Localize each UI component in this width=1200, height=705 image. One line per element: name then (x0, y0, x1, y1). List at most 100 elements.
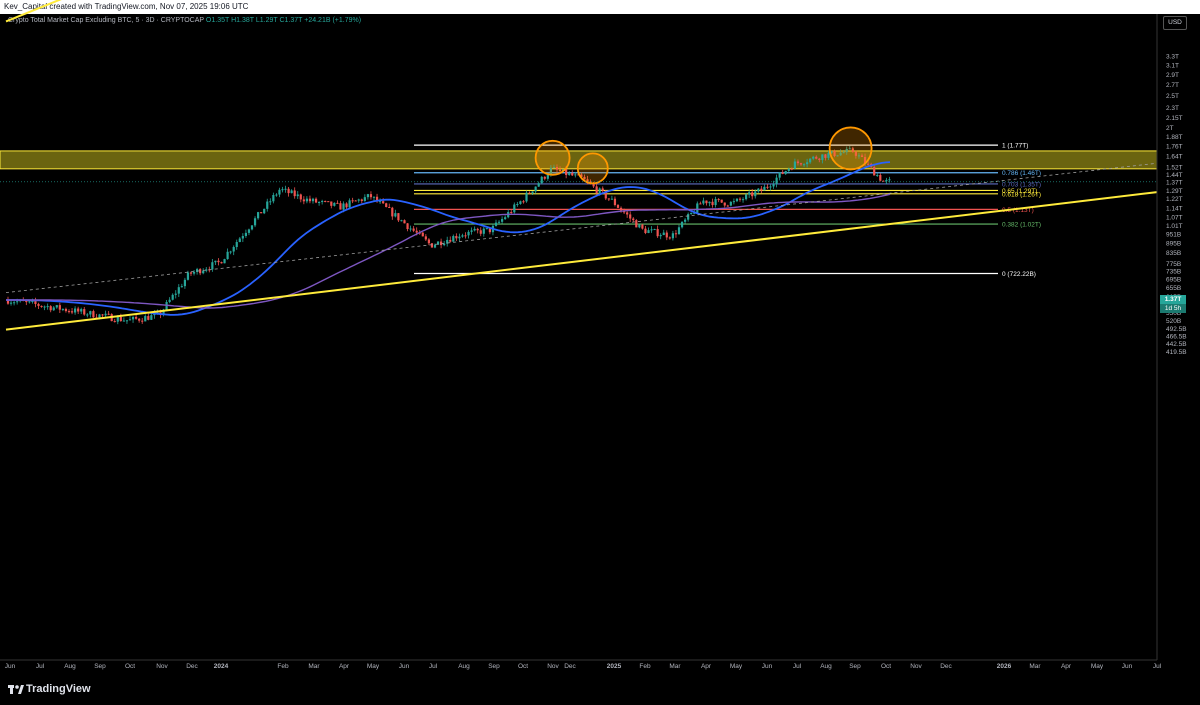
candle-body (89, 311, 92, 315)
candle-body (406, 223, 409, 230)
price-axis-tick: 1.44T (1166, 172, 1183, 179)
price-axis-tick: 1.07T (1166, 215, 1183, 222)
candle-body (796, 161, 800, 164)
candle-body (257, 212, 260, 219)
candle-body (607, 198, 610, 200)
candle-body (238, 238, 241, 243)
price-axis-tick: 655B (1166, 285, 1181, 292)
candle-body (806, 162, 809, 165)
candle-body (74, 308, 77, 313)
candle-body (272, 195, 275, 202)
time-axis-tick: May (730, 663, 743, 670)
candle-body (202, 270, 205, 274)
candle-body (741, 199, 745, 201)
candle-body (754, 191, 757, 197)
candle-body (263, 208, 266, 214)
fib-level-label: 0.786 (1.46T) (1002, 170, 1041, 177)
price-axis-tick: 735B (1166, 268, 1181, 275)
candle-body (342, 203, 345, 210)
candle-body (790, 168, 793, 170)
time-axis-tick: Nov (547, 663, 559, 670)
candle-body (876, 175, 879, 177)
candle-body (696, 203, 699, 213)
time-axis-tick: May (1091, 663, 1104, 670)
candle-body (717, 199, 720, 201)
candle-body (427, 239, 430, 244)
time-axis-tick: Sep (94, 663, 106, 670)
candle-body (705, 200, 708, 204)
candle-body (80, 309, 83, 312)
candle-body (189, 272, 193, 274)
time-axis-tick: Jun (399, 663, 410, 670)
candle-body (369, 194, 373, 198)
time-axis-tick: Nov (156, 663, 168, 670)
price-axis-tick: 2.9T (1166, 72, 1179, 79)
price-axis-tick: 695B (1166, 276, 1181, 283)
candle-body (430, 243, 434, 248)
candle-body (546, 174, 549, 179)
candle-body (671, 233, 674, 239)
tradingview-brand: TradingView (26, 683, 91, 695)
candle-body (629, 214, 632, 219)
candle-body (409, 228, 412, 230)
candle-body (55, 305, 58, 308)
candle-body (385, 203, 388, 207)
candle-body (214, 260, 217, 263)
candle-body (662, 232, 665, 236)
candle-body (92, 311, 95, 318)
price-chart[interactable]: 1 (1.77T)0.786 (1.46T)0.703 (1.35T)0.65 … (0, 0, 1200, 705)
candle-body (528, 192, 531, 194)
candle-body (537, 183, 540, 187)
candle-body (827, 153, 830, 158)
peak-highlight-circle (576, 152, 609, 185)
candle-body (720, 199, 723, 203)
candle-body (745, 194, 748, 200)
candle-body (650, 229, 653, 231)
candle-body (382, 201, 385, 204)
price-axis-tick: 1.14T (1166, 206, 1183, 213)
candle-body (522, 201, 525, 203)
candle-body (333, 202, 336, 206)
candle-body (708, 201, 711, 204)
time-axis-tick: Oct (518, 663, 528, 670)
peak-highlight-circle (534, 139, 571, 176)
time-axis-tick: Oct (125, 663, 135, 670)
candle-body (311, 198, 315, 202)
candle-body (726, 205, 729, 207)
candle-body (58, 305, 61, 310)
candle-body (656, 229, 659, 237)
candle-body (64, 308, 68, 312)
candle-body (260, 212, 263, 214)
time-axis-tick: Aug (458, 663, 470, 670)
candle-body (735, 198, 739, 202)
price-axis-tick: 1.52T (1166, 164, 1183, 171)
tradingview-logo-icon (8, 685, 24, 694)
candle-body (357, 199, 360, 201)
candle-body (748, 192, 751, 195)
fib-level-label: 0.618 (1.26T) (1002, 191, 1041, 198)
candle-body (174, 293, 177, 295)
candle-body (610, 198, 613, 200)
footer (0, 678, 1200, 705)
candle-body (144, 316, 147, 322)
candle-body (873, 166, 876, 176)
candle-body (443, 243, 446, 246)
candle-body (433, 244, 437, 248)
candle-body (324, 200, 327, 202)
candle-body (128, 319, 132, 321)
candle-body (284, 188, 287, 190)
candle-body (690, 212, 693, 215)
price-axis-tick: 520B (1166, 318, 1181, 325)
candle-body (470, 230, 473, 232)
candle-body (366, 194, 369, 198)
time-axis-tick: Jul (793, 663, 802, 670)
candle-body (220, 262, 223, 264)
candle-body (52, 307, 55, 311)
time-axis-tick: Apr (1061, 663, 1072, 670)
candle-body (403, 220, 406, 224)
candle-body (510, 212, 513, 214)
candle-body (372, 196, 376, 198)
candle-body (619, 207, 623, 211)
candle-body (28, 301, 31, 303)
time-axis-tick: Dec (940, 663, 952, 670)
